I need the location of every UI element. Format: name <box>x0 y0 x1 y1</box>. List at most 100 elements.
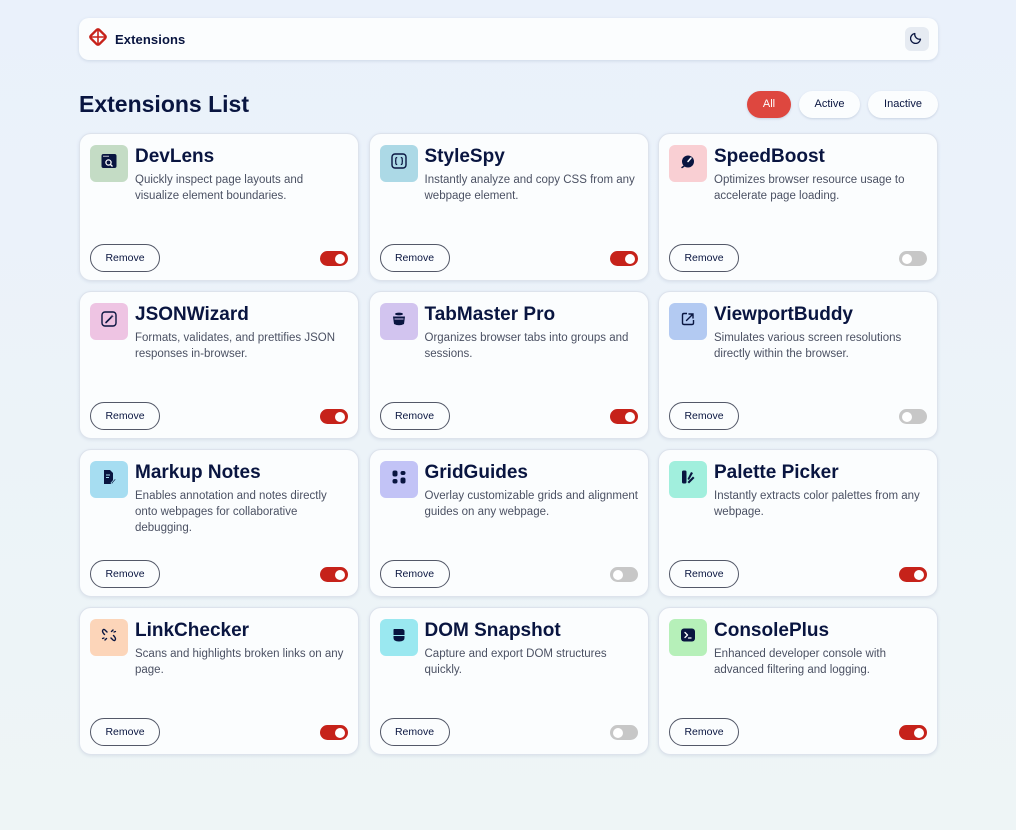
palette-icon <box>679 468 697 491</box>
extension-icon <box>669 303 707 340</box>
brand[interactable]: Extensions <box>87 26 185 53</box>
extension-name: TabMaster Pro <box>424 304 556 325</box>
extensions-grid: DevLens Quickly inspect page layouts and… <box>79 133 938 755</box>
remove-button[interactable]: Remove <box>379 244 450 272</box>
snapshot-icon <box>390 626 408 649</box>
extension-description: Scans and highlights broken links on any… <box>135 648 344 676</box>
enable-toggle[interactable] <box>609 567 638 582</box>
extension-card: JSONWizard Formats, validates, and prett… <box>79 291 359 439</box>
toggle-knob <box>335 253 345 264</box>
extension-description: Instantly analyze and copy CSS from any … <box>424 174 635 202</box>
toggle-knob <box>914 727 924 738</box>
toggle-knob <box>624 411 635 422</box>
enable-toggle[interactable] <box>899 725 927 740</box>
extension-name: StyleSpy <box>424 146 505 167</box>
extension-card: StyleSpy Instantly analyze and copy CSS … <box>368 133 649 281</box>
extension-card: TabMaster Pro Organizes browser tabs int… <box>368 291 649 439</box>
extension-name: GridGuides <box>424 462 528 483</box>
remove-button[interactable]: Remove <box>379 718 450 746</box>
toggle-knob <box>335 411 345 422</box>
filter-group: All Active Inactive <box>747 90 938 118</box>
remove-button[interactable]: Remove <box>669 718 739 746</box>
css-braces-icon <box>390 152 408 175</box>
extension-icon <box>379 619 418 656</box>
enable-toggle[interactable] <box>899 409 927 424</box>
page-title: Extensions List <box>79 90 249 117</box>
extension-description: Quickly inspect page layouts and visuali… <box>135 174 304 202</box>
extension-name: Markup Notes <box>135 462 261 483</box>
remove-button[interactable]: Remove <box>669 402 739 430</box>
resize-arrow-icon <box>679 310 697 333</box>
enable-toggle[interactable] <box>609 409 638 424</box>
extension-card: Markup Notes Enables annotation and note… <box>79 449 359 597</box>
extension-icon <box>379 461 418 498</box>
extension-icon <box>90 145 128 182</box>
enable-toggle[interactable] <box>609 725 638 740</box>
filter-all-button[interactable]: All <box>747 90 791 118</box>
toggle-knob <box>914 569 924 580</box>
enable-toggle[interactable] <box>320 409 348 424</box>
remove-button[interactable]: Remove <box>90 718 160 746</box>
toggle-knob <box>902 253 912 264</box>
remove-button[interactable]: Remove <box>90 402 160 430</box>
extension-icon <box>669 461 707 498</box>
extension-card: DevLens Quickly inspect page layouts and… <box>79 133 359 281</box>
enable-toggle[interactable] <box>899 251 927 266</box>
remove-button[interactable]: Remove <box>379 402 450 430</box>
extension-card: SpeedBoost Optimizes browser resource us… <box>658 133 938 281</box>
extension-icon <box>669 619 707 656</box>
extension-icon <box>379 303 418 340</box>
heading-row: Extensions List All Active Inactive <box>79 90 938 118</box>
toggle-knob <box>902 411 912 422</box>
extension-card: Palette Picker Instantly extracts color … <box>658 449 938 597</box>
enable-toggle[interactable] <box>320 567 348 582</box>
toggle-knob <box>335 727 345 738</box>
extension-name: ConsolePlus <box>714 620 830 641</box>
toggle-knob <box>612 727 623 738</box>
filter-active-button[interactable]: Active <box>799 90 860 118</box>
theme-toggle-button[interactable] <box>905 27 929 51</box>
extension-card: ViewportBuddy Simulates various screen r… <box>658 291 938 439</box>
filter-inactive-button[interactable]: Inactive <box>868 90 938 118</box>
extension-name: JSONWizard <box>135 304 249 325</box>
remove-button[interactable]: Remove <box>669 560 739 588</box>
extension-card: LinkChecker Scans and highlights broken … <box>79 607 359 755</box>
extension-description: Organizes browser tabs into groups and s… <box>424 332 629 360</box>
enable-toggle[interactable] <box>609 251 638 266</box>
browser-search-icon <box>100 152 118 175</box>
enable-toggle[interactable] <box>320 251 348 266</box>
extension-icon <box>90 619 128 656</box>
extension-description: Formats, validates, and prettifies JSON … <box>135 332 336 360</box>
extension-name: DevLens <box>135 146 215 167</box>
top-bar: Extensions <box>79 18 938 60</box>
extension-name: SpeedBoost <box>714 146 825 167</box>
extension-description: Capture and export DOM structures quickl… <box>424 648 607 676</box>
broken-link-icon <box>100 626 118 649</box>
brand-name: Extensions <box>115 31 186 47</box>
moon-icon <box>909 30 924 49</box>
extension-description: Overlay customizable grids and alignment… <box>424 490 639 518</box>
extension-name: ViewportBuddy <box>714 304 853 325</box>
extension-description: Instantly extracts color palettes from a… <box>714 490 920 518</box>
toggle-knob <box>612 569 623 580</box>
extension-card: ConsolePlus Enhanced developer console w… <box>658 607 938 755</box>
extension-name: LinkChecker <box>135 620 250 641</box>
magic-wand-icon <box>100 310 118 333</box>
extension-icon <box>90 461 128 498</box>
extension-description: Enhanced developer console with advanced… <box>714 648 886 676</box>
extension-name: Palette Picker <box>714 462 839 483</box>
extension-card: GridGuides Overlay customizable grids an… <box>368 449 649 597</box>
remove-button[interactable]: Remove <box>90 560 160 588</box>
remove-button[interactable]: Remove <box>669 244 739 272</box>
extension-description: Simulates various screen resolutions dir… <box>714 332 902 360</box>
toggle-knob <box>335 569 345 580</box>
enable-toggle[interactable] <box>899 567 927 582</box>
toggle-knob <box>624 253 635 264</box>
speed-gauge-icon <box>679 152 697 175</box>
extension-card: DOM Snapshot Capture and export DOM stru… <box>368 607 649 755</box>
remove-button[interactable]: Remove <box>90 244 160 272</box>
remove-button[interactable]: Remove <box>379 560 450 588</box>
enable-toggle[interactable] <box>320 725 348 740</box>
grid-icon <box>390 468 408 491</box>
note-pen-icon <box>100 468 118 491</box>
